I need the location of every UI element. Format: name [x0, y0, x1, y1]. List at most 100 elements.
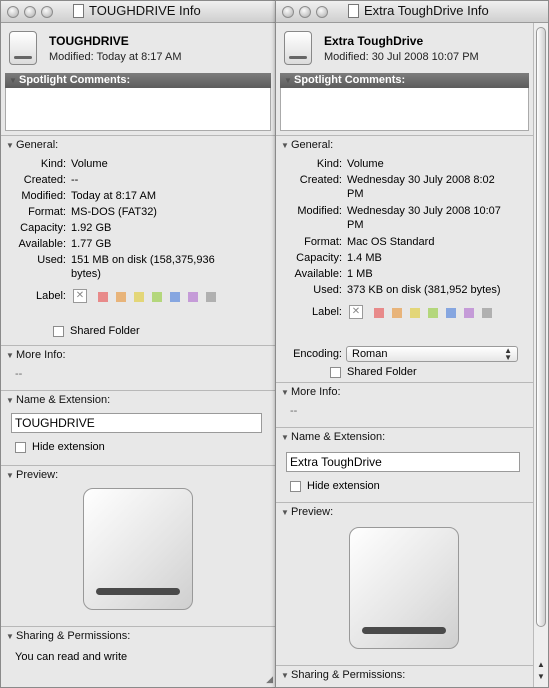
label-gray-chip[interactable]: [482, 308, 492, 318]
used-value: 373 KB on disk (381,952 bytes): [347, 284, 501, 296]
used-value-cont: bytes): [71, 268, 101, 280]
zoom-light-icon[interactable]: [41, 5, 53, 18]
more-info-header[interactable]: ▼ More Info:: [276, 383, 533, 401]
window-title: TOUGHDRIVE Info: [89, 3, 201, 18]
minimize-light-icon[interactable]: [24, 5, 36, 18]
shared-folder-checkbox[interactable]: [53, 325, 64, 337]
disclosure-triangle-icon[interactable]: ▼: [6, 347, 14, 365]
disclosure-triangle-icon[interactable]: ▼: [6, 137, 14, 155]
name-extension-header[interactable]: ▼ Name & Extension:: [1, 391, 275, 409]
disclosure-triangle-icon[interactable]: ▼: [281, 504, 289, 522]
label-red-chip[interactable]: [374, 308, 384, 318]
disclosure-triangle-icon[interactable]: ▼: [281, 429, 289, 447]
label-red-chip[interactable]: [98, 292, 108, 302]
created-value-cont: PM: [347, 188, 364, 200]
modified-value-cont: PM: [347, 219, 364, 231]
disclosure-triangle-icon[interactable]: ▼: [6, 392, 14, 410]
preview-header[interactable]: ▼ Preview:: [276, 503, 533, 521]
label-blue-chip[interactable]: [446, 308, 456, 318]
disclosure-triangle-icon[interactable]: ▼: [6, 628, 14, 646]
modified-label: Modified:: [21, 190, 66, 202]
encoding-label: Encoding:: [293, 348, 342, 360]
volume-name: Extra ToughDrive: [324, 34, 424, 48]
kind-value: Volume: [347, 158, 384, 170]
label-orange-chip[interactable]: [116, 292, 126, 302]
modified-value: Today at 8:17 AM: [71, 190, 156, 202]
name-extension-section: ▼ Name & Extension: TOUGHDRIVE Hide exten…: [1, 390, 275, 465]
minimize-light-icon[interactable]: [299, 5, 311, 18]
disclosure-triangle-icon[interactable]: ▼: [281, 137, 289, 155]
spotlight-comments-header[interactable]: ▼ Spotlight Comments:: [280, 73, 529, 88]
no-label-button[interactable]: ✕: [73, 289, 87, 303]
format-value: Mac OS Standard: [347, 236, 435, 248]
sharing-header[interactable]: ▼ Sharing & Permissions:: [1, 627, 275, 645]
general-header[interactable]: ▼ General:: [1, 136, 275, 154]
name-extension-header[interactable]: ▼ Name & Extension:: [276, 428, 533, 446]
sharing-header[interactable]: ▼ Sharing & Permissions:: [276, 666, 533, 684]
more-info-section: ▼ More Info: --: [1, 345, 275, 390]
title-bar[interactable]: Extra ToughDrive Info: [276, 1, 548, 23]
general-header[interactable]: ▼ General:: [276, 136, 533, 154]
label-blue-chip[interactable]: [170, 292, 180, 302]
capacity-value: 1.4 MB: [347, 252, 382, 264]
shared-folder-row[interactable]: Shared Folder: [53, 325, 140, 337]
scroll-down-icon[interactable]: ▼: [534, 672, 548, 681]
popup-arrows-icon: ▲ ▼: [504, 346, 512, 362]
spotlight-comments-field[interactable]: [5, 88, 271, 131]
scroll-up-icon[interactable]: ▲: [534, 660, 548, 669]
hide-extension-label: Hide extension: [32, 441, 105, 453]
preview-header[interactable]: ▼ Preview:: [1, 466, 275, 484]
label-yellow-chip[interactable]: [134, 292, 144, 302]
hide-extension-checkbox[interactable]: [290, 480, 301, 492]
name-input[interactable]: Extra ToughDrive: [286, 452, 520, 472]
more-info-value: --: [290, 405, 298, 417]
label-purple-chip[interactable]: [188, 292, 198, 302]
vertical-scrollbar[interactable]: ▲ ▼: [533, 23, 548, 687]
label-green-chip[interactable]: [428, 308, 438, 318]
more-info-value: --: [15, 368, 23, 380]
disclosure-triangle-icon[interactable]: ▼: [281, 384, 289, 402]
disclosure-triangle-icon[interactable]: ▼: [281, 667, 289, 685]
label-gray-chip[interactable]: [206, 292, 216, 302]
preview-section: ▼ Preview:: [276, 502, 533, 665]
hide-extension-row[interactable]: Hide extension: [290, 480, 380, 492]
shared-folder-checkbox[interactable]: [330, 366, 341, 378]
disclosure-triangle-icon[interactable]: ▼: [6, 467, 14, 485]
close-light-icon[interactable]: [7, 5, 19, 18]
disclosure-triangle-icon[interactable]: ▼: [9, 73, 17, 88]
window-title: Extra ToughDrive Info: [364, 3, 489, 18]
encoding-select[interactable]: Roman ▲ ▼: [346, 346, 518, 362]
zoom-light-icon[interactable]: [316, 5, 328, 18]
encoding-value: Roman: [352, 348, 388, 360]
modified-header: Modified: 30 Jul 2008 10:07 PM: [324, 51, 479, 63]
disclosure-triangle-icon[interactable]: ▼: [284, 73, 292, 88]
hide-extension-checkbox[interactable]: [15, 441, 26, 453]
no-label-button[interactable]: ✕: [349, 305, 363, 319]
close-light-icon[interactable]: [282, 5, 294, 18]
sharing-section: ▼ Sharing & Permissions: You can read and…: [1, 626, 275, 687]
label-yellow-chip[interactable]: [410, 308, 420, 318]
kind-value: Volume: [71, 158, 108, 170]
more-info-section: ▼ More Info: --: [276, 382, 533, 427]
document-icon: [73, 3, 84, 18]
label-purple-chip[interactable]: [464, 308, 474, 318]
title-bar[interactable]: TOUGHDRIVE Info: [1, 1, 275, 23]
label-label: Label:: [312, 306, 342, 318]
hide-extension-row[interactable]: Hide extension: [15, 441, 105, 453]
document-icon: [348, 3, 359, 18]
modified-header: Modified: Today at 8:17 AM: [49, 51, 182, 63]
info-window-toughdrive: TOUGHDRIVE Info TOUGHDRIVE Modified: Tod…: [0, 0, 276, 688]
spotlight-comments-header[interactable]: ▼ Spotlight Comments:: [5, 73, 271, 88]
drive-icon: [284, 31, 312, 65]
spotlight-comments-field[interactable]: [280, 88, 529, 131]
shared-folder-row[interactable]: Shared Folder: [330, 366, 417, 378]
hide-extension-label: Hide extension: [307, 480, 380, 492]
name-input[interactable]: TOUGHDRIVE: [11, 413, 262, 433]
drive-preview-icon: [349, 527, 459, 649]
label-orange-chip[interactable]: [392, 308, 402, 318]
used-value: 151 MB on disk (158,375,936: [71, 254, 215, 266]
resize-grip-icon[interactable]: ◢: [266, 674, 273, 685]
more-info-header[interactable]: ▼ More Info:: [1, 346, 275, 364]
label-green-chip[interactable]: [152, 292, 162, 302]
scrollbar-thumb[interactable]: [536, 27, 546, 627]
